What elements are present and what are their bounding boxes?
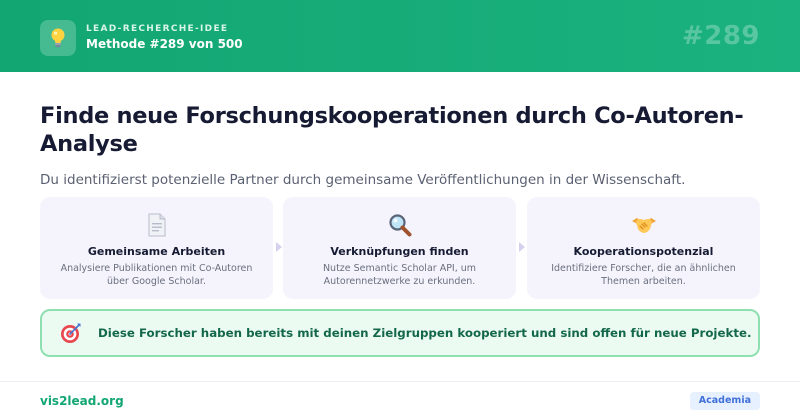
- lightbulb-icon: [40, 20, 76, 56]
- method-number-watermark: #289: [681, 21, 760, 51]
- magnifier-icon: [283, 213, 516, 239]
- idea-category-label: LEAD-RECHERCHE-IDEE: [86, 24, 229, 34]
- callout-text: Diese Forscher haben bereits mit deinen …: [98, 326, 752, 340]
- document-icon: [40, 213, 273, 239]
- step-title: Gemeinsame Arbeiten: [87, 245, 226, 258]
- step-card-cooperation-potential: Kooperationspotenzial Identifiziere Fors…: [527, 197, 760, 299]
- step-description: Analysiere Publikationen mit Co-Autoren …: [60, 263, 253, 287]
- site-link[interactable]: vis2lead.org: [40, 394, 124, 408]
- key-insight-callout: Diese Forscher haben bereits mit deinen …: [40, 309, 760, 357]
- header-banner: LEAD-RECHERCHE-IDEE Methode #289 von 500…: [0, 0, 800, 72]
- step-description: Identifiziere Forscher, die an ähnlichen…: [551, 263, 736, 287]
- target-icon: [60, 322, 82, 344]
- step-title: Kooperationspotenzial: [573, 245, 714, 258]
- footer-divider: [0, 381, 800, 382]
- step-card-joint-work: Gemeinsame Arbeiten Analysiere Publikati…: [40, 197, 273, 299]
- step-description: Nutze Semantic Scholar API, um Autorenne…: [322, 263, 477, 287]
- handshake-icon: [527, 213, 760, 239]
- step-title: Verknüpfungen finden: [330, 245, 469, 258]
- page-subtitle: Du identifizierst potenzielle Partner du…: [40, 172, 686, 188]
- chevron-right-icon: [276, 242, 282, 252]
- page-title: Finde neue Forschungskooperationen durch…: [40, 103, 744, 157]
- method-counter: Methode #289 von 500: [86, 37, 243, 51]
- category-tag: Academia: [689, 392, 760, 410]
- chevron-right-icon: [519, 242, 525, 252]
- step-card-find-links: Verknüpfungen finden Nutze Semantic Scho…: [283, 197, 516, 299]
